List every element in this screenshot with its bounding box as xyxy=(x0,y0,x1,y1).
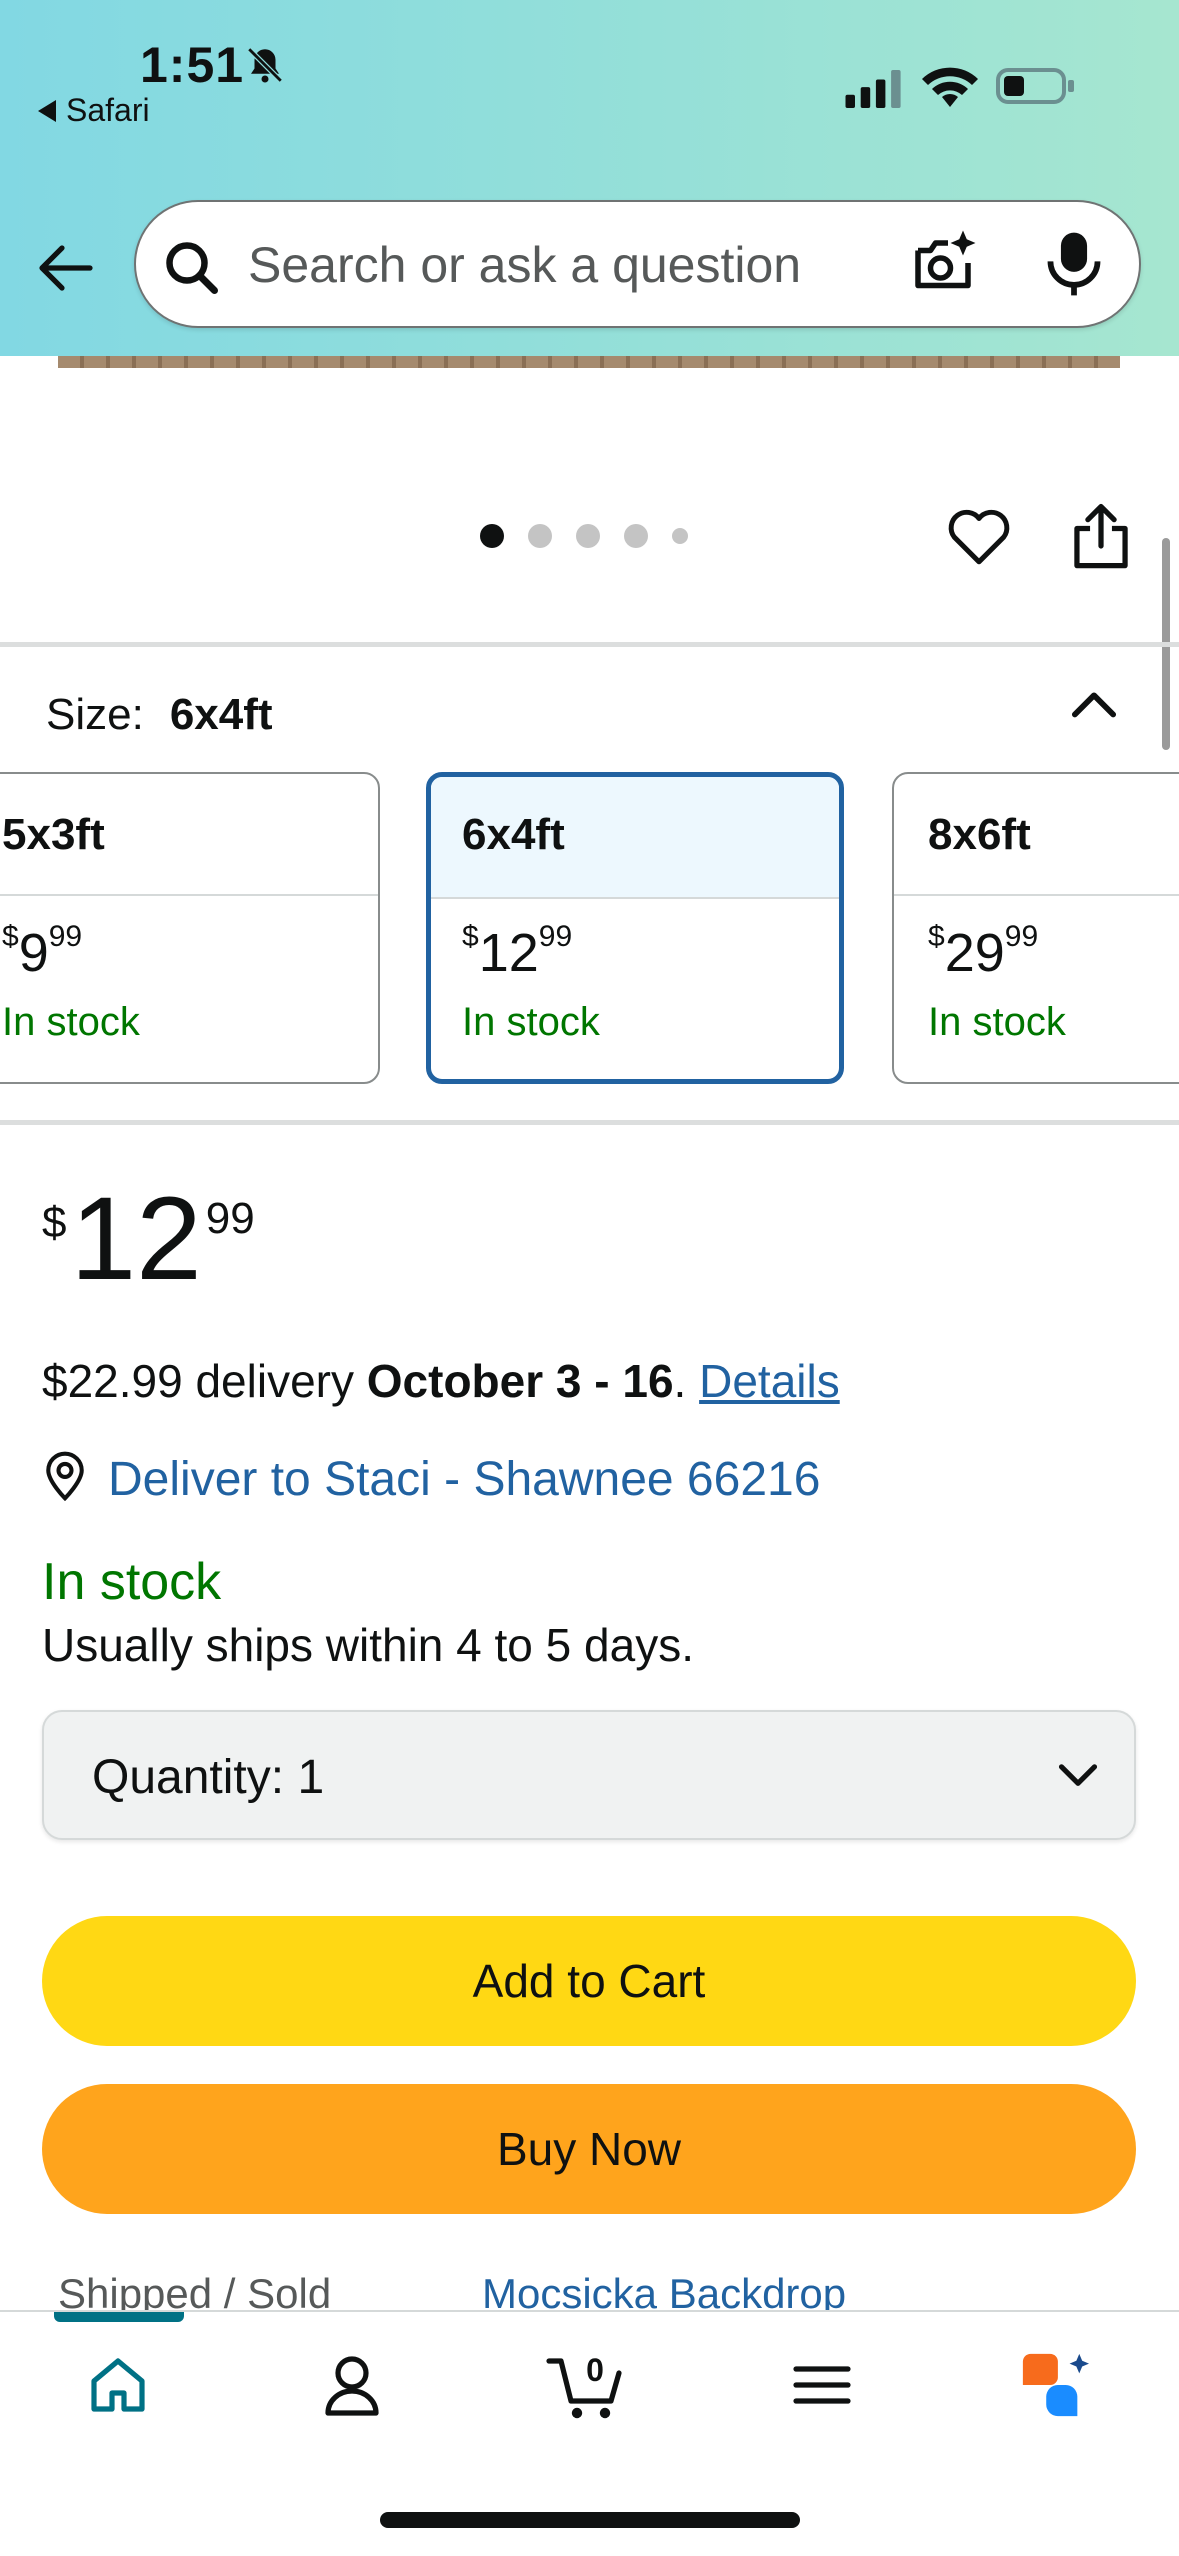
size-option-stock: In stock xyxy=(2,1000,140,1044)
heart-icon[interactable] xyxy=(946,504,1012,566)
camera-sparkle-icon[interactable] xyxy=(908,228,978,298)
home-indicator xyxy=(380,2512,800,2528)
product-image-edge xyxy=(58,356,1120,368)
carousel-dot[interactable] xyxy=(528,524,552,548)
delivery-details-link[interactable]: Details xyxy=(699,1355,840,1407)
delivery-info: $22.99 delivery October 3 - 16. Details xyxy=(42,1355,840,1407)
chevron-down-icon xyxy=(1058,1764,1098,1786)
divider xyxy=(0,642,1179,647)
cellular-signal-icon xyxy=(845,70,901,108)
size-option-stock: In stock xyxy=(462,1000,600,1044)
quantity-label: Quantity: xyxy=(92,1751,285,1804)
price-whole: 12 xyxy=(70,1173,202,1305)
size-selector-label: Size: 6x4ft xyxy=(46,690,273,740)
rufus-icon xyxy=(1022,2353,1089,2417)
product-price: $ 12 99 xyxy=(42,1180,255,1298)
deliver-to-link[interactable]: Deliver to Staci - Shawnee 66216 xyxy=(108,1452,820,1507)
carousel-dot[interactable] xyxy=(576,524,600,548)
search-icon xyxy=(166,242,218,294)
price-fraction: 99 xyxy=(205,1194,255,1243)
size-selected-value: 6x4ft xyxy=(169,690,273,739)
back-triangle-icon xyxy=(38,99,56,122)
back-arrow-icon[interactable] xyxy=(34,236,98,300)
size-option-5x3ft[interactable]: 5x3ft $999 In stock xyxy=(0,772,380,1084)
bell-slash-icon xyxy=(247,47,283,83)
size-option-name: 6x4ft xyxy=(431,777,839,899)
share-icon[interactable] xyxy=(1070,500,1132,570)
status-time: 1:51 xyxy=(140,37,245,93)
size-option-8x6ft[interactable]: 8x6ft $2999 In stock xyxy=(892,772,1179,1084)
battery-icon xyxy=(996,68,1074,104)
cart-count: 0 xyxy=(586,2352,604,2388)
ships-note: Usually ships within 4 to 5 days. xyxy=(42,1619,694,1671)
add-to-cart-button[interactable]: Add to Cart xyxy=(42,1916,1136,2046)
account-icon xyxy=(325,2356,379,2416)
search-bar[interactable]: Search or ask a question xyxy=(134,200,1141,328)
carousel-dot[interactable] xyxy=(624,524,648,548)
back-to-safari[interactable]: Safari xyxy=(38,92,150,129)
nav-menu[interactable] xyxy=(782,2340,862,2430)
size-label: Size: xyxy=(46,690,144,739)
menu-icon xyxy=(793,2366,851,2404)
buy-now-button[interactable]: Buy Now xyxy=(42,2084,1136,2214)
size-option-6x4ft[interactable]: 6x4ft $1299 In stock xyxy=(426,772,844,1084)
quantity-select[interactable]: Quantity: 1 xyxy=(42,1710,1136,1840)
nav-cart[interactable]: 0 xyxy=(544,2340,634,2430)
size-option-stock: In stock xyxy=(928,1000,1066,1044)
price-currency: $ xyxy=(42,1198,67,1247)
delivery-date: October 3 - 16 xyxy=(366,1355,674,1407)
divider xyxy=(0,1120,1179,1125)
quantity-value: 1 xyxy=(297,1751,325,1804)
home-icon xyxy=(91,2358,145,2412)
carousel-dot[interactable] xyxy=(480,524,504,548)
image-carousel-dots[interactable] xyxy=(480,524,688,548)
size-option-name: 8x6ft xyxy=(894,774,1179,896)
nav-active-indicator xyxy=(54,2312,184,2322)
size-option-price: $999 xyxy=(2,920,83,983)
search-input[interactable]: Search or ask a question xyxy=(248,236,801,294)
microphone-icon[interactable] xyxy=(1042,230,1106,298)
chevron-up-icon[interactable] xyxy=(1066,680,1122,726)
size-option-price: $1299 xyxy=(462,920,573,983)
carousel-dot[interactable] xyxy=(672,528,688,544)
availability-status: In stock xyxy=(42,1553,222,1611)
size-option-name: 5x3ft xyxy=(0,774,378,896)
nav-home[interactable] xyxy=(78,2340,158,2430)
nav-account[interactable] xyxy=(312,2340,392,2430)
back-app-label: Safari xyxy=(66,92,150,128)
nav-rufus[interactable] xyxy=(1014,2340,1094,2430)
cart-icon: 0 xyxy=(546,2352,622,2419)
size-option-price: $2999 xyxy=(928,920,1039,983)
wifi-icon xyxy=(922,67,978,107)
location-pin-icon xyxy=(46,1451,84,1502)
